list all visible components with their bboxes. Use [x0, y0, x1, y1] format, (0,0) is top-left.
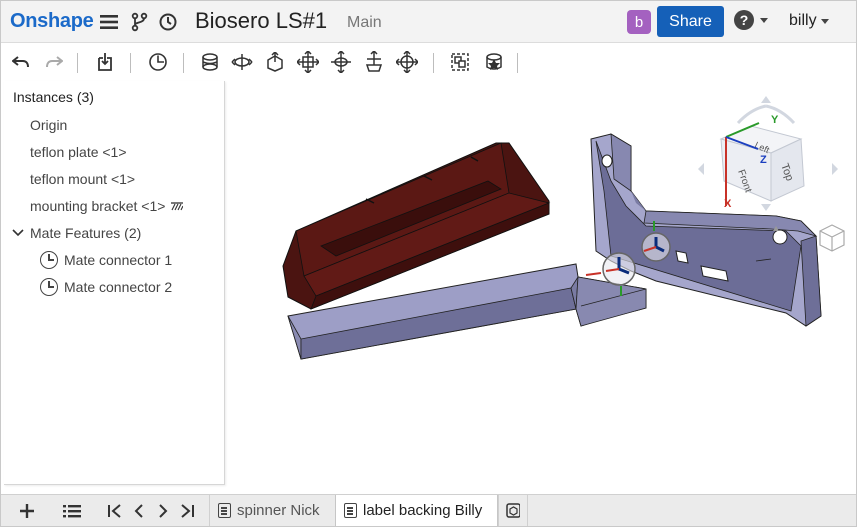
- tab-label: spinner Nick: [237, 502, 320, 519]
- tab-label-backing-billy[interactable]: label backing Billy: [335, 495, 498, 526]
- insert-icon[interactable]: [93, 50, 117, 74]
- help-menu[interactable]: ?: [734, 10, 768, 30]
- tab-spinner-nick[interactable]: spinner Nick: [209, 495, 335, 526]
- collaborator-avatar[interactable]: b: [627, 10, 651, 34]
- instances-title[interactable]: Instances (3): [13, 89, 94, 105]
- chevron-down-icon: [820, 18, 829, 24]
- first-tab-icon[interactable]: [105, 502, 125, 520]
- assembly-3d-view[interactable]: Left Front Top X Y Z: [226, 81, 856, 493]
- mate-connector-icon: [40, 251, 58, 269]
- toolbar-divider: [77, 53, 78, 73]
- assembly-icon: [506, 503, 520, 518]
- toolbar-divider: [183, 53, 184, 73]
- axis-x-label: X: [724, 198, 732, 210]
- user-menu[interactable]: billy: [789, 12, 829, 30]
- mate-features-label: Mate Features (2): [30, 225, 142, 241]
- instances-panel: Instances (3) Origin teflon plate <1> te…: [4, 81, 225, 485]
- instance-label: Origin: [30, 117, 68, 133]
- mate-connector-label: Mate connector 1: [64, 252, 173, 268]
- ball-mate-icon[interactable]: [395, 50, 419, 74]
- mate-connector-icon[interactable]: [146, 50, 170, 74]
- instance-label: mounting bracket <1>: [30, 198, 166, 214]
- add-tab-icon[interactable]: [17, 502, 37, 520]
- fastened-mate-icon[interactable]: [198, 50, 222, 74]
- top-bar: Onshape Biosero LS#1 Main b Share ? bill…: [1, 1, 856, 43]
- tab-label: label backing Billy: [363, 502, 483, 519]
- user-name: billy: [789, 12, 817, 29]
- axis-y-label: Y: [771, 114, 779, 126]
- slider-mate-icon[interactable]: [263, 50, 287, 74]
- fixed-icon: [171, 202, 184, 211]
- onshape-logo[interactable]: Onshape: [10, 10, 94, 33]
- view-cube[interactable]: Left Front Top X Y Z: [698, 96, 838, 231]
- revolute-mate-icon[interactable]: [230, 50, 254, 74]
- toolbar-divider: [517, 53, 518, 73]
- instance-label: teflon plate <1>: [30, 144, 127, 160]
- mate-connector-icon: [40, 278, 58, 296]
- toolbar-divider: [433, 53, 434, 73]
- instance-teflon-plate[interactable]: teflon plate <1>: [30, 144, 127, 160]
- next-tab-icon[interactable]: [153, 502, 173, 520]
- planar-mate-icon[interactable]: [296, 50, 320, 74]
- redo-icon[interactable]: [42, 50, 66, 74]
- replicate-icon[interactable]: [482, 50, 506, 74]
- instance-teflon-mount[interactable]: teflon mount <1>: [30, 171, 135, 187]
- group-icon[interactable]: [448, 50, 472, 74]
- instance-origin[interactable]: Origin: [30, 117, 67, 133]
- tab-assembly[interactable]: [498, 495, 528, 526]
- mate-features-folder[interactable]: Mate Features (2): [12, 225, 141, 241]
- instance-label: teflon mount <1>: [30, 171, 136, 187]
- instance-mounting-bracket[interactable]: mounting bracket <1>: [30, 198, 184, 214]
- mate-connector-1[interactable]: Mate connector 1: [40, 251, 172, 269]
- axis-z-label: Z: [760, 154, 767, 166]
- help-icon[interactable]: ?: [734, 10, 754, 30]
- mate-connector-label: Mate connector 2: [64, 279, 173, 295]
- branch-name[interactable]: Main: [347, 14, 382, 32]
- undo-icon[interactable]: [9, 50, 33, 74]
- graphics-viewport[interactable]: Left Front Top X Y Z: [226, 81, 856, 493]
- chevron-down-icon[interactable]: [12, 229, 24, 237]
- pin-slot-mate-icon[interactable]: [362, 50, 386, 74]
- toolbar-divider: [130, 53, 131, 73]
- bottom-tab-bar: spinner Nick label backing Billy: [1, 494, 856, 526]
- chevron-down-icon: [760, 17, 768, 23]
- share-button[interactable]: Share: [657, 6, 724, 37]
- document-title[interactable]: Biosero LS#1: [195, 8, 327, 34]
- branch-icon[interactable]: [127, 10, 151, 34]
- tab-list-icon[interactable]: [62, 502, 82, 520]
- part-studio-icon: [218, 503, 231, 518]
- mate-connector-2[interactable]: Mate connector 2: [40, 278, 172, 296]
- last-tab-icon[interactable]: [177, 502, 197, 520]
- cylindrical-mate-icon[interactable]: [329, 50, 353, 74]
- part-studio-icon: [344, 503, 357, 518]
- previous-tab-icon[interactable]: [129, 502, 149, 520]
- onshape-window: Onshape Biosero LS#1 Main b Share ? bill…: [0, 0, 857, 527]
- view-cube-menu-icon[interactable]: [819, 224, 845, 252]
- history-clock-icon[interactable]: [156, 10, 180, 34]
- menu-icon[interactable]: [97, 10, 121, 34]
- assembly-toolbar: [1, 44, 856, 80]
